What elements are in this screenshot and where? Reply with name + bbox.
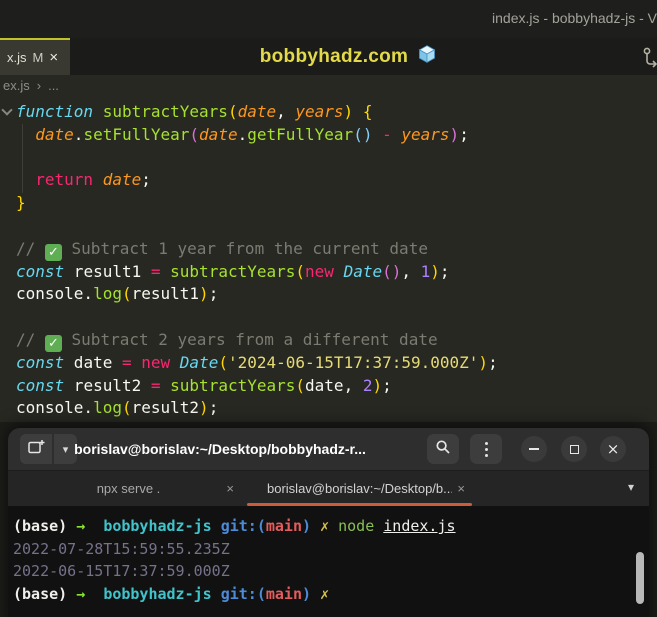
tab-file-name: x.js xyxy=(7,50,27,65)
code-line: // ✓ Subtract 1 year from the current da… xyxy=(16,238,428,261)
code-line: console.log(result1); xyxy=(16,284,219,304)
terminal-tab-npx-serve[interactable]: npx serve . × xyxy=(13,471,244,506)
new-tab-icon xyxy=(27,439,45,459)
close-button[interactable]: × xyxy=(600,436,626,462)
terminal-tab-close-icon[interactable]: × xyxy=(226,481,234,496)
code-line: return date; xyxy=(35,170,151,190)
tabs-list-caret-icon[interactable]: ▾ xyxy=(628,480,634,494)
dropdown-caret-icon: ▾ xyxy=(62,442,69,456)
minimize-icon xyxy=(529,448,539,450)
ice-cube-icon xyxy=(417,44,437,69)
terminal-content[interactable]: (base) → bobbyhadz-js git:(main) ✗ node … xyxy=(8,507,649,617)
window-titlebar: index.js - bobbyhadz-js - V xyxy=(0,0,657,38)
code-line: const result2 = subtractYears(date, 2); xyxy=(16,375,392,395)
search-icon xyxy=(435,439,451,460)
terminal-titlebar: ▾ borislav@borislav:~/Desktop/bobbyhadz-… xyxy=(8,428,649,470)
terminal-line: (base) → bobbyhadz-js git:(main) ✗ xyxy=(13,585,330,604)
terminal-tab-label: borislav@borislav:~/Desktop/b... xyxy=(267,481,452,496)
screen: index.js - bobbyhadz-js - V bobbyhadz.co… xyxy=(0,0,657,617)
branch-compare-icon[interactable] xyxy=(642,46,657,70)
code-line: const result1 = subtractYears(new Date()… xyxy=(16,261,450,281)
code-line: function subtractYears(date, years) { xyxy=(16,102,373,121)
code-line: // ✓ Subtract 2 years from a different d… xyxy=(16,329,438,352)
tab-indexjs[interactable]: x.js M × xyxy=(0,38,70,75)
code-line: date.setFullYear(date.getFullYear() - ye… xyxy=(35,124,469,144)
breadcrumb-separator-icon: › xyxy=(36,77,42,93)
terminal-tab-close-icon[interactable]: × xyxy=(457,481,465,496)
breadcrumb-file[interactable]: ex.js xyxy=(3,78,30,93)
minimize-button[interactable] xyxy=(521,436,547,462)
terminal-title: borislav@borislav:~/Desktop/bobbyhadz-r.… xyxy=(74,441,366,457)
site-banner: bobbyhadz.com xyxy=(70,38,627,75)
terminal-line: 2022-06-15T17:37:59.000Z xyxy=(13,562,230,581)
tab-close-icon[interactable]: × xyxy=(49,50,58,65)
terminal-scrollbar[interactable] xyxy=(636,552,644,604)
code-lines: function subtractYears(date, years) { da… xyxy=(16,101,657,420)
new-tab-button[interactable] xyxy=(20,434,52,464)
terminal-tab-label: npx serve . xyxy=(96,481,161,496)
menu-button[interactable] xyxy=(470,434,502,464)
terminal-line: 2022-07-28T15:59:55.235Z xyxy=(13,539,230,558)
code-editor[interactable]: function subtractYears(date, years) { da… xyxy=(0,95,657,428)
indent-guide xyxy=(22,124,23,193)
maximize-button[interactable] xyxy=(561,436,587,462)
kebab-menu-icon xyxy=(484,441,488,457)
terminal-tabbar: npx serve . × borislav@borislav:~/Deskto… xyxy=(8,470,649,506)
editor-tabbar: bobbyhadz.com x.js M × xyxy=(0,38,657,75)
maximize-icon xyxy=(569,444,579,454)
terminal-tab-borislav[interactable]: borislav@borislav:~/Desktop/b... × xyxy=(244,471,475,506)
breadcrumb[interactable]: ex.js › ... xyxy=(0,75,657,95)
terminal-output: (base) → bobbyhadz-js git:(main) ✗ node … xyxy=(13,515,649,606)
search-button[interactable] xyxy=(427,434,459,464)
close-icon: × xyxy=(606,439,620,458)
breadcrumb-ellipsis[interactable]: ... xyxy=(48,78,59,93)
modified-badge: M xyxy=(32,50,44,65)
code-line: const date = new Date('2024-06-15T17:37:… xyxy=(16,352,498,372)
window-title: index.js - bobbyhadz-js - V xyxy=(492,10,657,26)
terminal-newtab-group: ▾ xyxy=(20,434,77,464)
checkmark-icon: ✓ xyxy=(44,334,62,352)
site-banner-text: bobbyhadz.com xyxy=(259,45,409,67)
terminal-line: (base) → bobbyhadz-js git:(main) ✗ node … xyxy=(13,517,456,535)
terminal-window: ▾ borislav@borislav:~/Desktop/bobbyhadz-… xyxy=(8,428,649,617)
code-line: } xyxy=(16,193,26,213)
code-line: console.log(result2); xyxy=(16,398,219,418)
checkmark-icon: ✓ xyxy=(44,243,62,261)
